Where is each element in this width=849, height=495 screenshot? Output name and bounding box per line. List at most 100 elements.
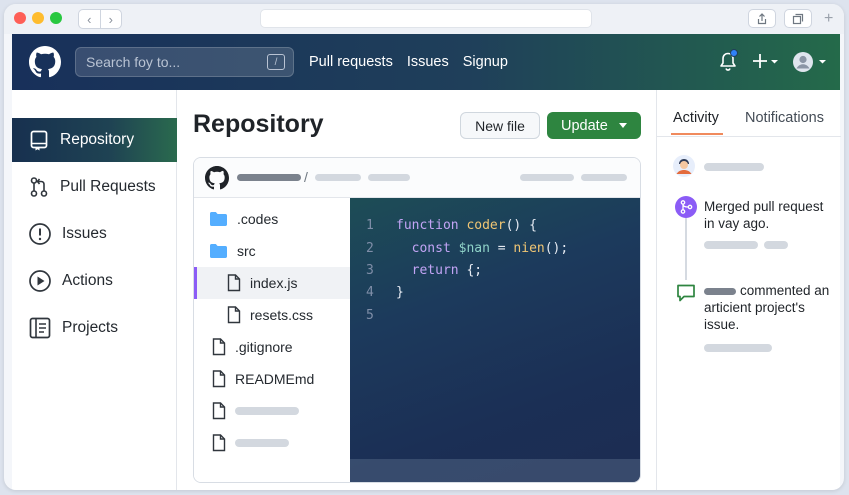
- plus-dropdown-icon[interactable]: [752, 51, 782, 73]
- file-name: resets.css: [250, 307, 314, 323]
- sidebar-item-projects[interactable]: Projects: [12, 306, 177, 350]
- tab-divider: [657, 136, 841, 137]
- code-keyword: function: [396, 217, 459, 233]
- search-box: /: [75, 47, 294, 77]
- file-tree-item-placeholder[interactable]: [194, 427, 350, 459]
- github-mark-icon: [205, 166, 229, 190]
- close-window-button[interactable]: [14, 12, 26, 24]
- update-button[interactable]: Update: [547, 112, 641, 139]
- file-icon: [212, 338, 226, 356]
- file-tree-item[interactable]: src: [194, 235, 350, 267]
- code-keyword: const: [411, 240, 451, 256]
- search-input[interactable]: [76, 48, 266, 76]
- editor-status-bar: [350, 459, 640, 482]
- folder-icon: [210, 244, 227, 258]
- line-number: 4: [366, 284, 374, 300]
- code-text: }: [396, 284, 404, 300]
- file-icon: [227, 274, 241, 292]
- nav-issues[interactable]: Issues: [407, 54, 449, 70]
- code-line: 4}: [350, 281, 404, 303]
- sidebar: Repository Pull Requests Issues Actions …: [12, 90, 177, 490]
- code-text: () {: [505, 217, 537, 233]
- code-text: {;: [458, 262, 483, 278]
- file-name-placeholder: [235, 407, 299, 415]
- repository-browser: / .codes src index.js resets.css .gitign…: [193, 157, 641, 483]
- active-tab-indicator: [671, 133, 723, 135]
- tab-overview-button[interactable]: [784, 9, 812, 28]
- commit-info-placeholder: [520, 174, 574, 181]
- main-content: Repository New file Update / .codes src …: [177, 90, 656, 490]
- sidebar-item-label: Actions: [62, 272, 113, 289]
- file-tree-item-selected[interactable]: index.js: [194, 267, 350, 299]
- user-avatar-icon[interactable]: [672, 154, 696, 178]
- commit-time-placeholder: [581, 174, 627, 181]
- code-text: ();: [544, 240, 569, 256]
- issue-icon: [29, 223, 51, 245]
- tab-notifications[interactable]: Notifications: [745, 110, 824, 126]
- code-line: 3 return {;: [350, 259, 482, 281]
- file-tree-item[interactable]: resets.css: [194, 299, 350, 331]
- code-function-name: nien: [513, 240, 545, 256]
- app-header: / Pull requests Issues Signup: [12, 34, 840, 90]
- sidebar-item-pull-requests[interactable]: Pull Requests: [12, 165, 177, 209]
- file-tree-item[interactable]: READMEmd: [194, 363, 350, 395]
- file-tree-item-placeholder[interactable]: [194, 395, 350, 427]
- tab-activity[interactable]: Activity: [673, 110, 719, 126]
- new-tab-button[interactable]: +: [824, 10, 833, 28]
- nav-pull-requests[interactable]: Pull requests: [309, 54, 393, 70]
- file-tree: .codes src index.js resets.css .gitignor…: [194, 198, 350, 482]
- code-line: 5: [350, 304, 396, 326]
- file-tree-item[interactable]: .gitignore: [194, 331, 350, 363]
- tabs-icon: [792, 13, 804, 24]
- activity-meta-placeholder: [704, 344, 772, 352]
- top-nav: Pull requests Issues Signup: [309, 34, 508, 90]
- new-file-button[interactable]: New file: [460, 112, 540, 139]
- sidebar-item-repository[interactable]: Repository: [12, 118, 177, 162]
- code-function-name: coder: [466, 217, 506, 233]
- file-icon: [227, 306, 241, 324]
- repo-name-placeholder[interactable]: [315, 174, 361, 181]
- share-icon: [757, 12, 767, 24]
- comment-activity-text: commented an articient project's issue.: [704, 283, 830, 332]
- search-shortcut-hint: /: [267, 54, 285, 70]
- maximize-window-button[interactable]: [50, 12, 62, 24]
- merge-icon: [675, 196, 697, 218]
- file-name: .codes: [237, 211, 279, 227]
- play-icon: [29, 270, 51, 292]
- line-number: 3: [366, 262, 374, 278]
- nav-signup[interactable]: Signup: [463, 54, 508, 70]
- code-line: 1 function coder() {: [350, 214, 537, 236]
- line-number: 2: [366, 240, 374, 256]
- browser-window: ‹ › + / Pull requests Issues Signup: [4, 4, 844, 490]
- back-button[interactable]: ‹: [79, 10, 101, 28]
- github-logo-icon[interactable]: [29, 46, 61, 78]
- minimize-window-button[interactable]: [32, 12, 44, 24]
- file-name: index.js: [250, 275, 298, 291]
- activity-panel: Activity Notifications Merged pull reque…: [656, 90, 841, 490]
- file-name-placeholder: [235, 439, 289, 447]
- repo-breadcrumb-bar: /: [194, 158, 640, 198]
- sidebar-item-label: Projects: [62, 319, 118, 336]
- breadcrumb-separator: /: [304, 169, 308, 185]
- code-editor[interactable]: 1 function coder() { 2 const $nan = nien(…: [350, 198, 640, 482]
- comment-icon: [677, 284, 695, 302]
- chevron-down-icon: [619, 123, 627, 128]
- user-avatar-icon[interactable]: [792, 51, 830, 75]
- forward-button[interactable]: ›: [101, 10, 122, 28]
- code-variable: $nan: [458, 240, 490, 256]
- folder-icon: [210, 212, 227, 226]
- activity-meta-placeholder: [764, 241, 788, 249]
- project-icon: [29, 317, 51, 339]
- file-tree-item[interactable]: .codes: [194, 203, 350, 235]
- code-line: 2 const $nan = nien ();: [350, 237, 568, 259]
- sidebar-item-actions[interactable]: Actions: [12, 259, 177, 303]
- sidebar-item-issues[interactable]: Issues: [12, 212, 177, 256]
- owner-name-placeholder[interactable]: [237, 174, 301, 181]
- file-icon: [212, 402, 226, 420]
- file-name: READMEmd: [235, 371, 315, 387]
- browser-chrome: ‹ › +: [4, 4, 844, 34]
- repo-icon: [30, 130, 48, 151]
- share-button[interactable]: [748, 9, 776, 28]
- activity-timeline: [685, 210, 687, 280]
- address-bar[interactable]: [260, 9, 592, 28]
